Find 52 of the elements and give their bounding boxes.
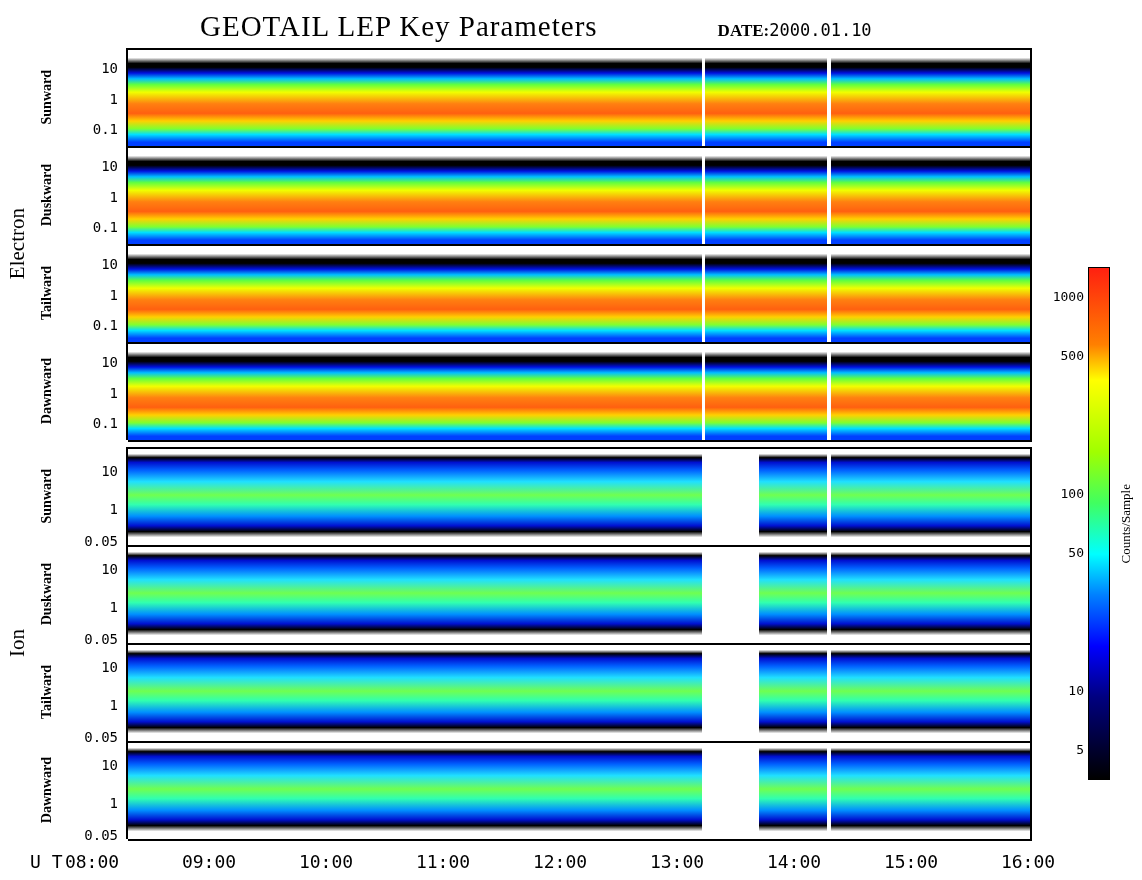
direction-label: Sunward (39, 69, 55, 125)
y-tick-label: 0.1 (92, 219, 118, 236)
y-tick-label: 0.1 (92, 317, 118, 334)
x-tick-label: 08:00 (64, 850, 120, 872)
chart-title: GEOTAIL LEP Key Parameters (200, 10, 598, 43)
y-tick-label: 10 (101, 353, 118, 370)
y-tick-label: 10 (101, 255, 118, 272)
y-tick-label: 1 (109, 500, 118, 517)
direction-label: Duskward (39, 163, 55, 227)
y-tick-label: 1 (109, 188, 118, 205)
direction-label: Tailward (39, 266, 55, 320)
y-tick-label: 10 (101, 658, 118, 675)
species-label: Ion (4, 629, 30, 657)
date-label: DATE:2000.01.10 (717, 20, 872, 41)
x-tick-label: 09:00 (181, 850, 237, 872)
y-tick-label: 0.1 (92, 121, 118, 138)
y-tick-label: 10 (101, 756, 118, 773)
y-tick-label: 1 (109, 598, 118, 615)
y-tick-label: 0.05 (84, 533, 118, 550)
y-tick-label: 10 (101, 59, 118, 76)
y-tick-label: 0.1 (92, 415, 118, 432)
x-tick-label: 16:00 (1000, 850, 1056, 872)
x-tick-label: 13:00 (649, 850, 705, 872)
x-tick-label: 10:00 (298, 850, 354, 872)
x-tick-label: 14:00 (766, 850, 822, 872)
y-tick-label: 10 (101, 157, 118, 174)
x-tick-label: 11:00 (415, 850, 471, 872)
direction-label: Sunward (39, 468, 55, 524)
y-tick-label: 10 (101, 462, 118, 479)
colorbar-tick-label: 50 (1068, 544, 1084, 560)
x-tick-label: 15:00 (883, 850, 939, 872)
colorbar-tick-label: 500 (1060, 347, 1084, 363)
colorbar-tick-label: 1000 (1052, 288, 1084, 304)
direction-label: Dawnward (39, 756, 55, 824)
colorbar-label: Counts/Sample (1118, 483, 1134, 564)
y-tick-label: 1 (109, 794, 118, 811)
species-label: Electron (4, 208, 30, 280)
x-tick-label: 12:00 (532, 850, 588, 872)
y-tick-label: 0.05 (84, 631, 118, 648)
direction-label: Tailward (39, 665, 55, 719)
y-tick-label: 1 (109, 384, 118, 401)
y-tick-label: 0.05 (84, 729, 118, 746)
y-tick-label: 1 (109, 286, 118, 303)
y-tick-label: 10 (101, 560, 118, 577)
colorbar-tick-label: 5 (1076, 741, 1084, 757)
y-tick-label: 1 (109, 696, 118, 713)
direction-label: Duskward (39, 562, 55, 626)
colorbar-tick-label: 100 (1060, 485, 1084, 501)
colorbar-tick-label: 10 (1068, 682, 1084, 698)
y-tick-label: 0.05 (84, 827, 118, 844)
direction-label: Dawnward (39, 357, 55, 425)
y-tick-label: 1 (109, 90, 118, 107)
